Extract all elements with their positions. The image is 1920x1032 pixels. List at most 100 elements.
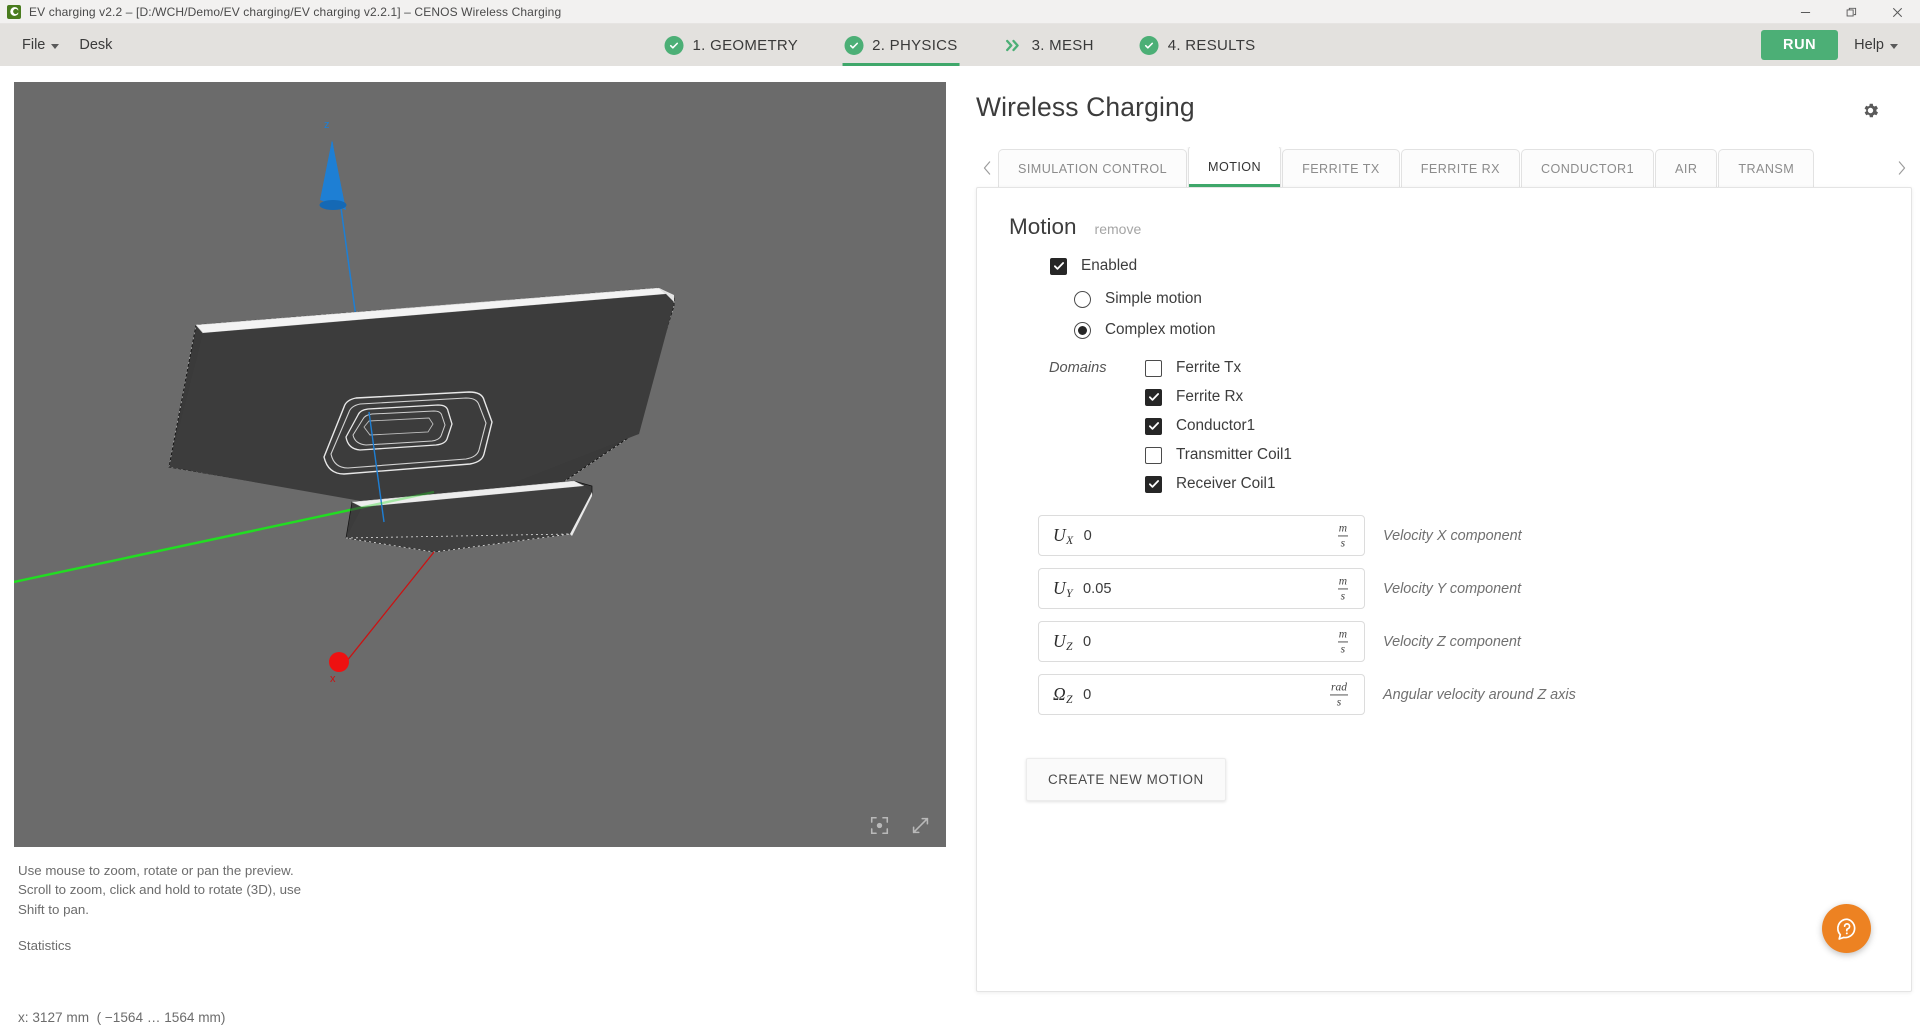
- header-actions: RUN Help: [1761, 24, 1908, 66]
- tab-air[interactable]: AIR: [1655, 149, 1718, 187]
- window-controls: [1782, 0, 1920, 24]
- create-new-motion-button[interactable]: CREATE NEW MOTION: [1026, 758, 1226, 801]
- step-geometry[interactable]: 1. GEOMETRY: [663, 24, 801, 66]
- viewport-controls: [870, 816, 930, 835]
- velocity-x-input[interactable]: [1083, 516, 1304, 555]
- focus-view-icon[interactable]: [870, 816, 889, 835]
- simple-motion-radio[interactable]: [1074, 290, 1091, 308]
- velocity-z-input[interactable]: [1083, 622, 1304, 661]
- workflow-steps: 1. GEOMETRY 2. PHYSICS 3. MESH 4. RESULT…: [663, 24, 1258, 66]
- chevron-left-icon[interactable]: [976, 149, 998, 187]
- cenos-logo-icon: [7, 4, 21, 19]
- check-circle-icon: [1139, 35, 1159, 55]
- fullscreen-icon[interactable]: [911, 816, 930, 835]
- panel-header: Wireless Charging: [976, 66, 1920, 125]
- hint-line-2: Scroll to zoom, click and hold to rotate…: [18, 882, 302, 898]
- preview-column: z x Use mouse to zoom, rotate or pan the…: [0, 66, 960, 1032]
- tab-motion[interactable]: MOTION: [1188, 147, 1282, 187]
- enabled-label: Enabled: [1081, 257, 1138, 274]
- gear-icon[interactable]: [1861, 101, 1880, 125]
- velocity-z-field[interactable]: UZ m s: [1038, 621, 1365, 662]
- step-results[interactable]: 4. RESULTS: [1138, 24, 1258, 66]
- domains-list: Ferrite Tx Ferrite Rx Conductor1 Transmi…: [1145, 359, 1292, 493]
- velocity-x-description: Velocity X component: [1383, 527, 1522, 544]
- chevron-right-icon[interactable]: [1890, 149, 1912, 187]
- motion-settings-card: Motion remove Enabled Simple motion Comp…: [976, 187, 1912, 992]
- simple-motion-label: Simple motion: [1105, 290, 1202, 307]
- run-button[interactable]: RUN: [1761, 30, 1839, 60]
- velocity-z-unit: m s: [1337, 627, 1348, 655]
- radio-simple-motion[interactable]: Simple motion: [1074, 290, 1911, 308]
- domain-ferrite-rx[interactable]: Ferrite Rx: [1145, 388, 1292, 406]
- motion-header: Motion remove: [1009, 214, 1911, 240]
- step-results-label: 4. RESULTS: [1167, 36, 1256, 54]
- tab-conductor1[interactable]: CONDUCTOR1: [1521, 149, 1655, 187]
- receiver-coil1-checkbox[interactable]: [1145, 475, 1162, 493]
- settings-tabstrip: SIMULATION CONTROL MOTION FERRITE TX FER…: [976, 147, 1920, 187]
- double-chevron-icon: [1004, 39, 1023, 52]
- hint-line-3: Shift to pan.: [18, 901, 89, 917]
- check-circle-icon: [664, 35, 684, 55]
- menu-desk[interactable]: Desk: [69, 24, 122, 66]
- tab-simulation-control[interactable]: SIMULATION CONTROL: [998, 149, 1188, 187]
- hint-line-1: Use mouse to zoom, rotate or pan the pre…: [18, 863, 294, 878]
- tab-ferrite-tx[interactable]: FERRITE TX: [1282, 149, 1400, 187]
- velocity-y-unit: m s: [1337, 574, 1348, 602]
- ferrite-rx-checkbox[interactable]: [1145, 388, 1162, 406]
- motion-type-radiogroup: Simple motion Complex motion: [1074, 290, 1911, 339]
- geometry-viewport[interactable]: z x: [14, 82, 946, 847]
- settings-column: Wireless Charging SIMULATION CONTROL MOT…: [960, 66, 1920, 1032]
- motion-heading: Motion: [1009, 214, 1077, 239]
- velocity-x-symbol: UX: [1053, 525, 1074, 547]
- minimize-icon[interactable]: [1782, 0, 1828, 24]
- enabled-row[interactable]: Enabled: [1050, 257, 1911, 275]
- svg-text:x: x: [330, 673, 336, 685]
- transmitter-coil1-checkbox[interactable]: [1145, 446, 1162, 464]
- chevron-down-icon: [1890, 43, 1898, 49]
- ferrite-rx-label: Ferrite Rx: [1176, 388, 1244, 405]
- domain-receiver-coil1[interactable]: Receiver Coil1: [1145, 475, 1292, 493]
- velocity-z-description: Velocity Z component: [1383, 633, 1521, 650]
- step-physics[interactable]: 2. PHYSICS: [842, 24, 960, 66]
- enabled-checkbox[interactable]: [1050, 257, 1067, 275]
- domain-ferrite-tx[interactable]: Ferrite Tx: [1145, 359, 1292, 377]
- field-row-omega-z: ΩZ rad s Angular velocity around Z axis: [1038, 674, 1911, 715]
- statistics-values: x: 3127 mm ( −1564 … 1564 mm) y: 3127 mm…: [18, 963, 438, 1032]
- remove-motion-link[interactable]: remove: [1095, 221, 1142, 237]
- restore-icon[interactable]: [1828, 0, 1874, 24]
- velocity-x-field[interactable]: UX m s: [1038, 515, 1365, 556]
- velocity-y-field[interactable]: UY m s: [1038, 568, 1365, 609]
- svg-text:z: z: [324, 119, 330, 131]
- velocity-fields: UX m s Velocity X component UY: [1038, 515, 1911, 715]
- radio-complex-motion[interactable]: Complex motion: [1074, 321, 1911, 339]
- complex-motion-radio[interactable]: [1074, 321, 1091, 339]
- conductor1-label: Conductor1: [1176, 417, 1256, 434]
- tab-transmitter[interactable]: TRANSM: [1718, 149, 1815, 187]
- question-bubble-icon[interactable]: [1822, 904, 1871, 953]
- angular-velocity-z-unit: rad s: [1330, 680, 1348, 708]
- complex-motion-label: Complex motion: [1105, 321, 1216, 338]
- field-row-uz: UZ m s Velocity Z component: [1038, 621, 1911, 662]
- menu-file[interactable]: File: [12, 24, 69, 66]
- check-circle-icon: [844, 35, 864, 55]
- angular-velocity-z-field[interactable]: ΩZ rad s: [1038, 674, 1365, 715]
- menu-file-label: File: [22, 37, 46, 53]
- ferrite-tx-checkbox[interactable]: [1145, 359, 1162, 377]
- conductor1-checkbox[interactable]: [1145, 417, 1162, 435]
- window-titlebar: EV charging v2.2 – [D:/WCH/Demo/EV charg…: [0, 0, 1920, 24]
- domain-conductor1[interactable]: Conductor1: [1145, 417, 1292, 435]
- help-menu-label: Help: [1854, 37, 1884, 53]
- tab-ferrite-rx[interactable]: FERRITE RX: [1400, 149, 1520, 187]
- domain-transmitter-coil1[interactable]: Transmitter Coil1: [1145, 446, 1292, 464]
- velocity-y-input[interactable]: [1083, 569, 1304, 608]
- window-title: EV charging v2.2 – [D:/WCH/Demo/EV charg…: [29, 4, 562, 19]
- step-mesh[interactable]: 3. MESH: [1002, 24, 1096, 66]
- step-mesh-label: 3. MESH: [1031, 36, 1094, 54]
- viewport-help-text: Use mouse to zoom, rotate or pan the pre…: [18, 861, 438, 1032]
- transmitter-coil1-label: Transmitter Coil1: [1176, 446, 1292, 463]
- close-icon[interactable]: [1874, 0, 1920, 24]
- angular-velocity-z-input[interactable]: [1083, 675, 1304, 714]
- step-physics-label: 2. PHYSICS: [872, 36, 958, 54]
- velocity-x-unit: m s: [1337, 521, 1348, 549]
- help-menu[interactable]: Help: [1844, 24, 1908, 66]
